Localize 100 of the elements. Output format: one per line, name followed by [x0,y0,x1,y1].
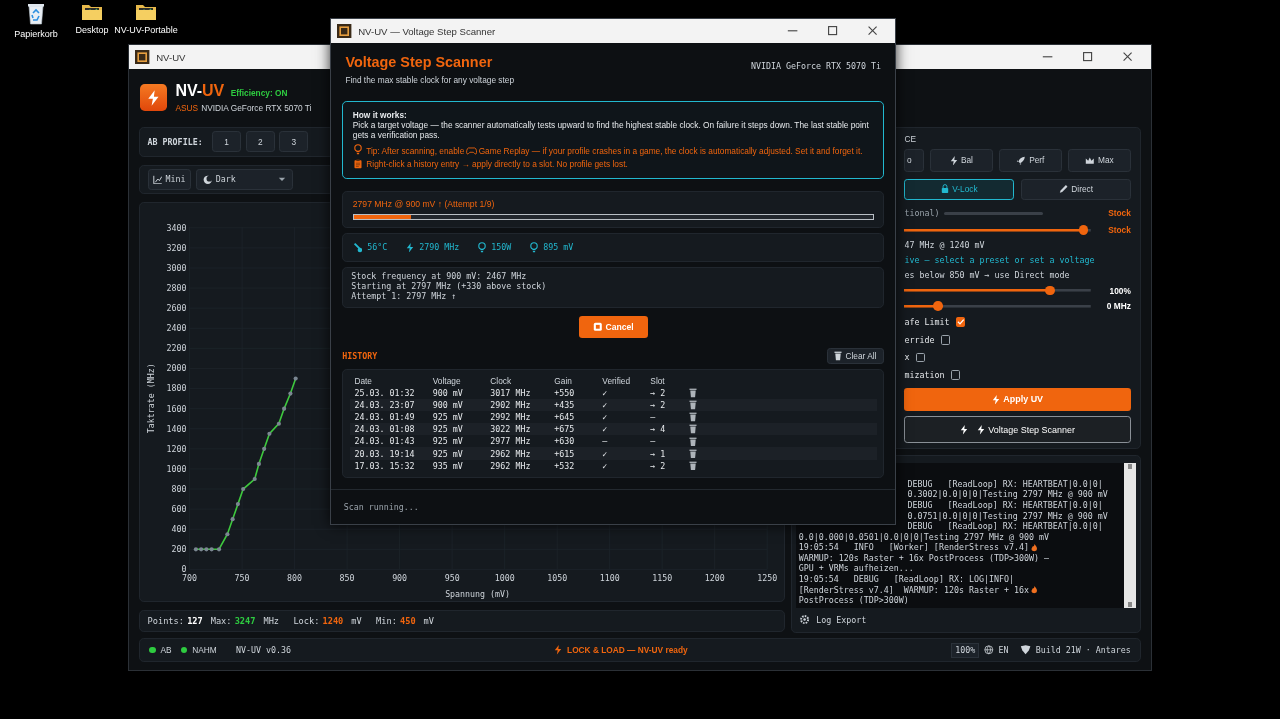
status-message: LOCK & LOAD — NV-UV ready [567,645,688,656]
scanner-button[interactable]: Voltage Step Scanner [904,416,1131,444]
caret-icon [277,177,286,182]
pen-icon [1058,184,1069,194]
folder-icon[interactable] [135,3,157,21]
data-point [235,501,240,506]
table-cell-text: ✓ [602,412,609,423]
minimize-button[interactable] [1042,56,1054,58]
profile-label: AB PROFILE: [147,136,203,147]
tip-text: Tip: After scanning, enable [366,145,465,156]
log-line: DEBUG [ReadLoop] RX: HEARTBEAT|0.0|0| [906,478,1104,490]
chart-icon [152,174,163,185]
axis-title: Taktrate (MHz) [146,363,156,433]
table-cell-text: → 1 [650,448,667,459]
slider-thumb[interactable] [1045,285,1055,296]
table-cell-text: 925 mV [432,424,464,435]
table-row[interactable]: 20.03. 19:14 925 mV 2962 MHz +615 ✓ → 1 [349,447,877,460]
log-line: 0.3002|0.0|0|0|Testing 2797 MHz @ 900 mV [906,489,1109,500]
table-cell-text: 2992 MHz [490,412,532,423]
log-export-button[interactable]: Log Export [816,614,867,625]
mode-tab[interactable]: Direct [1020,178,1131,200]
checkbox[interactable] [915,352,926,363]
table-row[interactable]: 24.03. 23:07 900 mV 2902 MHz +435 ✓ → 2 [349,398,877,411]
table-cell-text: +532 [554,460,576,471]
tick-label: 0 [181,564,186,575]
tick-label: 900 [391,572,407,583]
tick-label: 1200 [166,443,186,454]
bulb-icon [354,144,363,156]
mode-tab[interactable]: V-Lock [904,178,1015,200]
maximize-button[interactable] [826,25,838,37]
checkbox[interactable] [950,370,961,380]
data-point [276,421,281,426]
slider-thumb[interactable] [933,301,943,311]
close-button[interactable] [1122,51,1134,63]
icon-label[interactable]: NV-UV-Portable [114,25,178,35]
profile-button[interactable]: 3 [279,131,309,153]
table-row[interactable]: 24.03. 01:43 925 mV 2977 MHz +630 — — [349,435,877,448]
tick-label: 2800 [166,282,186,293]
column-header: Verified [602,375,632,386]
data-point [240,486,245,491]
bolt-icon [960,424,969,435]
table-row[interactable]: 17.03. 15:32 935 mV 2962 MHz +532 ✓ → 2 [349,459,877,472]
table-cell-text: 925 mV [432,436,464,447]
table-cell-text: 24.03. 23:07 [354,399,416,410]
rocket-icon [1016,155,1026,166]
app-icon [135,49,150,65]
icon-label[interactable]: Desktop [75,25,109,35]
profile-button[interactable]: 1 [212,131,242,153]
table-cell-text: 900 mV [432,387,464,398]
data-point [266,431,272,436]
data-point [252,476,257,481]
sensor-reading: 150W [491,242,512,253]
status-text: Scan running... [343,501,419,512]
lock-icon [941,184,950,194]
bolt-icon [554,645,563,655]
table-row[interactable]: 25.03. 01:32 900 mV 3017 MHz +550 ✓ → 2 [349,386,877,399]
preset-button[interactable]: Max [1068,149,1131,172]
version-label: NV-UV v0.36 [235,645,291,656]
clear-all-button[interactable]: Clear All [826,347,885,364]
close-button[interactable] [866,25,878,37]
thermometer-icon [352,241,363,253]
table-cell-text: → 2 [650,399,667,410]
tick-label: 1050 [546,572,567,583]
recycle-bin-icon[interactable] [27,3,45,25]
checkbox[interactable] [940,335,951,345]
table-cell-text: ✓ [602,387,609,398]
language-label: EN [998,645,1009,656]
checkbox[interactable] [955,317,966,328]
checkbox-label: mization [904,369,945,380]
app-name: NV-UV [175,82,225,101]
stat-unit: MHz [263,615,279,626]
tick-label: 1150 [651,572,672,583]
preset-button[interactable]: Perf [999,149,1062,172]
table-cell-text: +675 [554,424,576,435]
mini-button[interactable]: Mini [147,169,191,190]
table-cell-text: → 2 [650,460,667,471]
slider-thumb[interactable] [1078,225,1089,235]
preset-button[interactable]: Bal [929,149,993,172]
tick-label: 700 [181,572,197,583]
profile-button[interactable]: 2 [245,131,275,153]
crown-icon [1085,155,1095,166]
theme-dropdown[interactable]: Dark [195,169,294,190]
stat-unit: mV [423,615,434,626]
table-cell-text: 20.03. 19:14 [354,448,416,459]
folder-icon[interactable] [81,3,103,21]
flame-icon [1030,543,1037,552]
gpu-name: NVIDIA GeForce RTX 5070 Ti [750,60,881,71]
bolt-icon [992,394,1001,405]
table-cell-text: 24.03. 01:08 [354,424,416,435]
moon-icon [202,174,213,185]
info-text: Pick a target voltage — the scanner automatically tests upward to find the highest stable clock. On failure it steps down. The last stable point gets a verification pass. [352,120,870,141]
table-cell-text: +550 [554,387,576,398]
table-row[interactable]: 24.03. 01:49 925 mV 2992 MHz +645 ✓ — [349,410,877,424]
table-row[interactable]: 24.03. 01:08 925 mV 3022 MHz +675 ✓ → 4 [349,423,877,436]
tick-label: 2200 [166,343,186,354]
icon-label[interactable]: Papierkorb [14,29,58,39]
maximize-button[interactable] [1082,51,1094,63]
preset-button[interactable]: o [904,149,924,172]
minimize-button[interactable] [786,30,798,32]
data-point [224,531,230,537]
